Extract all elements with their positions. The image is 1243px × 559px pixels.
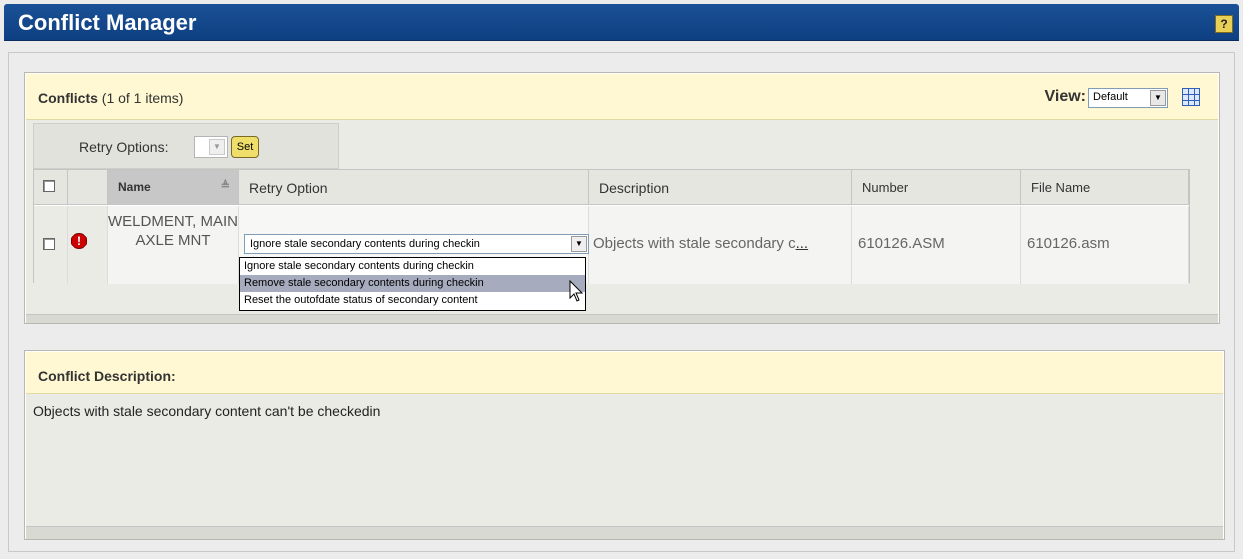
help-button[interactable]: ?	[1215, 15, 1233, 33]
column-header-number[interactable]: Number	[852, 170, 1021, 205]
column-header-description-label: Description	[599, 180, 670, 196]
table-view-icon[interactable]	[1182, 88, 1200, 106]
name-cell: WELDMENT, MAIN AXLE MNT	[108, 206, 239, 284]
column-header-description[interactable]: Description	[589, 170, 852, 205]
select-all-header	[34, 170, 68, 205]
dropdown-option-reset[interactable]: Reset the outofdate status of secondary …	[240, 292, 585, 309]
conflicts-panel-header: Conflicts (1 of 1 items) View: Default ▼	[26, 74, 1218, 120]
chevron-down-icon[interactable]: ▼	[1150, 90, 1166, 106]
conflicts-title: Conflicts (1 of 1 items)	[38, 90, 183, 106]
view-label: View:	[1044, 88, 1087, 105]
set-button[interactable]: Set	[231, 136, 259, 158]
description-value[interactable]: Objects with stale secondary c...	[593, 235, 808, 252]
chevron-down-icon[interactable]: ▼	[571, 236, 587, 252]
retry-options-label: Retry Options:	[79, 139, 169, 155]
column-header-retry-option-label: Retry Option	[249, 180, 328, 196]
conflict-description-text: Objects with stale secondary content can…	[33, 403, 381, 419]
conflicts-table: Name ≜ Retry Option Description Number F…	[33, 169, 1190, 284]
conflict-description-panel: Conflict Description: Objects with stale…	[24, 350, 1225, 540]
conflict-description-header: Conflict Description:	[26, 352, 1223, 394]
view-select[interactable]: Default ▼	[1088, 88, 1168, 108]
file-name-value: 610126.asm	[1027, 235, 1110, 252]
conflicts-count: (1 of 1 items)	[101, 90, 184, 106]
window-title: Conflict Manager	[18, 10, 197, 35]
dropdown-option-remove[interactable]: Remove stale secondary contents during c…	[240, 275, 585, 292]
column-header-name[interactable]: Name ≜	[108, 170, 239, 205]
retry-option-select[interactable]: Ignore stale secondary contents during c…	[244, 234, 589, 254]
retry-option-dropdown-list: Ignore stale secondary contents during c…	[239, 257, 586, 311]
chevron-down-icon[interactable]: ▼	[209, 139, 225, 155]
conflict-description-title: Conflict Description:	[38, 368, 176, 384]
description-cell: Objects with stale secondary c...	[589, 206, 852, 284]
name-value: WELDMENT, MAIN AXLE MNT	[108, 213, 239, 249]
number-cell: 610126.ASM	[852, 206, 1021, 284]
conflicts-title-label: Conflicts	[38, 90, 98, 106]
column-header-file-name-label: File Name	[1031, 180, 1091, 195]
row-status-cell: !	[68, 206, 108, 284]
status-header	[68, 170, 108, 205]
retry-options-select[interactable]: ▼	[194, 136, 228, 158]
file-name-cell: 610126.asm	[1021, 206, 1189, 284]
retry-options-bar: Retry Options: ▼ Set	[33, 123, 339, 169]
row-select-cell	[34, 206, 68, 284]
retry-option-value: Ignore stale secondary contents during c…	[250, 238, 480, 250]
column-header-retry-option[interactable]: Retry Option	[239, 170, 589, 205]
column-header-name-label: Name	[118, 180, 151, 194]
column-header-file-name[interactable]: File Name	[1021, 170, 1189, 205]
conflicts-panel-footer	[26, 314, 1218, 323]
conflict-description-footer	[26, 526, 1223, 539]
column-header-number-label: Number	[862, 180, 909, 195]
row-checkbox[interactable]	[43, 238, 55, 250]
sort-ascending-icon: ≜	[220, 180, 230, 192]
view-select-value: Default	[1093, 91, 1128, 103]
description-more-link[interactable]: ...	[796, 235, 809, 252]
title-bar: Conflict Manager ?	[4, 4, 1239, 41]
select-all-checkbox[interactable]	[43, 180, 55, 192]
error-icon: !	[71, 233, 87, 249]
dropdown-option-ignore[interactable]: Ignore stale secondary contents during c…	[240, 258, 585, 275]
number-value: 610126.ASM	[858, 235, 945, 252]
